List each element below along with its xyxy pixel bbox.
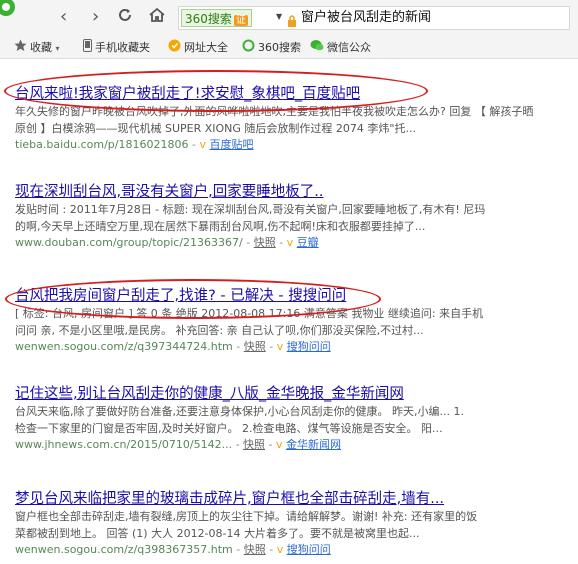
bookmarks-bar: 收藏 ▾ 手机收藏夹 网址大全 360搜索 微信公众 [0,36,578,59]
result-url-line: wenwen.sogou.com/z/q397344724.htm - 快照 -… [15,340,331,353]
bookmark-wechat[interactable]: 微信公众 [310,39,371,57]
verified-icon: v [276,543,284,556]
verified-icon: v [286,236,294,249]
result-source-link[interactable]: 金华新闻网 [286,438,341,451]
chevron-down-icon[interactable]: ▼ [276,12,282,21]
result-url: wenwen.sogou.com/z/q397344724.htm [15,340,233,353]
result-source-link[interactable]: 百度贴吧 [209,138,253,151]
result-title[interactable]: 现在深圳刮台风,哥没有关窗户,回家要睡地板了.. [15,183,575,201]
result-url: wenwen.sogou.com/z/q398367357.htm [15,543,233,556]
query-text[interactable]: 窗户被台风刮走的新闻 [301,10,431,26]
globe-icon [168,39,181,57]
wechat-icon [310,39,324,57]
bookmark-favorites[interactable]: 收藏 ▾ [14,39,60,57]
verified-icon: v [276,438,283,451]
result-snippet-line: 的啊,今天早上还晴空万里,现在居然下暴雨刮台风啊,伤不起啊!床和衣服都要挂掉了.… [15,220,426,233]
result-snippet-line: 窗户框也全部击碎刮走,墙有裂缝,房顶上的灰尘往下掉。请给解解梦。谢谢! 补充: … [15,510,478,523]
result-snippet-line: 原创 】白模涂鸦——现代机械 SUPER XIONG 随后会放制作过程 2074… [15,122,416,135]
back-icon[interactable]: ‹ [60,6,67,28]
bookmark-mobile[interactable]: 手机收藏夹 [83,39,150,57]
snapshot-link[interactable]: 快照 [254,236,276,249]
home-icon[interactable] [148,6,166,30]
search-360-icon [242,39,255,57]
snapshot-link[interactable]: 快照 [244,340,266,353]
address-bar[interactable]: 360搜索证 ▼ 窗户被台风刮走的新闻 [178,6,570,30]
browser-toolbar: ‹ › 360搜索证 ▼ 窗户被台风刮走的新闻 [0,0,578,36]
bookmark-360-search[interactable]: 360搜索 [242,39,301,57]
result-title[interactable]: 梦见台风来临把家里的玻璃击成碎片,窗户框也全部击碎刮走,墙有... [15,490,575,508]
star-icon [14,39,27,57]
result-url-line: tieba.baidu.com/p/1816021806 - v 百度贴吧 [15,138,254,151]
search-engine-selector[interactable]: 360搜索证 [181,9,252,27]
result-source-link[interactable]: 搜狗问问 [287,340,331,353]
result-snippet-line: 检查一下家里的门窗是否牢固,及时关好窗户。 2.检查电路、煤气等设施是否安全。 … [15,422,443,435]
result-url: www.jhnews.com.cn/2015/0710/5142... [15,438,233,451]
snapshot-link[interactable]: 快照 [243,438,265,451]
result-url-line: www.douban.com/group/topic/21363367/ - 快… [15,236,319,249]
verified-icon: v [199,138,206,151]
result-url-line: www.jhnews.com.cn/2015/0710/5142... - 快照… [15,438,342,451]
browser-logo [0,0,22,20]
cert-badge: 证 [233,15,248,26]
search-result: 梦见台风来临把家里的玻璃击成碎片,窗户框也全部击碎刮走,墙有... 窗户框也全部… [15,490,575,558]
result-snippet-line: 台风天来临,除了要做好防台准备,还要注意身体保护,小心台风刮走你的健康。 昨天,… [15,405,464,418]
result-snippet-line: 问问 亲, 不是小区里哦,是民房。 补充回答: 亲 自己认了呗,你们那没买保险,… [15,324,424,337]
search-result: 现在深圳刮台风,哥没有关窗户,回家要睡地板了.. 发贴时间 : 2011年7月2… [15,183,575,251]
refresh-icon[interactable] [116,6,134,30]
result-snippet-line: 发贴时间 : 2011年7月28日 - 标题: 现在深圳刮台风,哥没有关窗户,回… [15,203,486,216]
search-result: 记住这些,别让台风刮走你的健康_八版_金华晚报_金华新闻网 台风天来临,除了要做… [15,385,575,453]
verified-icon: v [276,340,284,353]
lock-icon [287,12,297,31]
result-title[interactable]: 记住这些,别让台风刮走你的健康_八版_金华晚报_金华新闻网 [15,385,575,403]
snapshot-link[interactable]: 快照 [244,543,266,556]
phone-icon [83,39,92,57]
highlight-circle [4,70,428,112]
result-url: tieba.baidu.com/p/1816021806 [15,138,189,151]
result-snippet-line: 菜都被刮到地上。 回答 (1) 大人 2012-08-14 大片着多了。要不就是… [15,527,420,540]
highlight-circle [5,279,381,319]
result-url-line: wenwen.sogou.com/z/q398367357.htm - 快照 -… [15,543,331,556]
bookmark-site-directory[interactable]: 网址大全 [168,39,228,57]
result-url: www.douban.com/group/topic/21363367/ [15,236,243,249]
result-source-link[interactable]: 搜狗问问 [287,543,331,556]
search-engine-label: 360搜索 [185,12,232,26]
result-source-link[interactable]: 豆瓣 [297,236,319,249]
forward-icon[interactable]: › [92,6,99,28]
